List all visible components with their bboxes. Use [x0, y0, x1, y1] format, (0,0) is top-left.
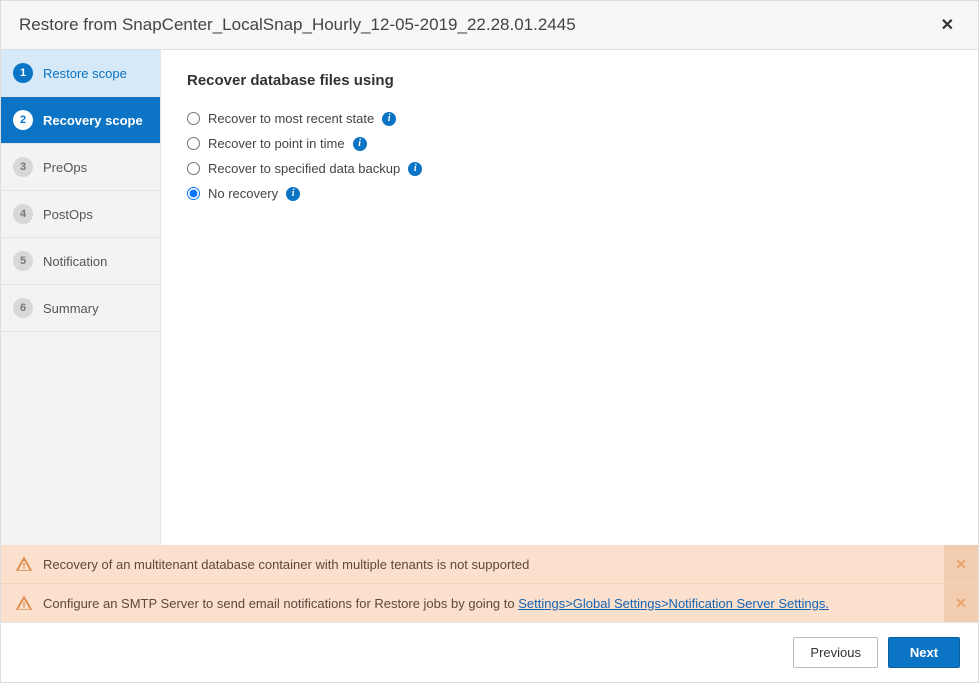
- info-icon[interactable]: i: [286, 187, 300, 201]
- option-no-recovery[interactable]: No recovery i: [187, 186, 952, 201]
- step-preops[interactable]: 3 PreOps: [1, 144, 160, 191]
- step-postops[interactable]: 4 PostOps: [1, 191, 160, 238]
- info-icon[interactable]: i: [408, 162, 422, 176]
- alert-text: Configure an SMTP Server to send email n…: [43, 596, 934, 611]
- step-label: PreOps: [43, 160, 87, 175]
- previous-button[interactable]: Previous: [793, 637, 878, 668]
- alert-text: Recovery of an multitenant database cont…: [43, 557, 934, 572]
- alert-panel: Recovery of an multitenant database cont…: [1, 545, 978, 622]
- warning-icon: [15, 594, 33, 612]
- option-recover-point-in-time[interactable]: Recover to point in time i: [187, 136, 952, 151]
- alert-smtp-warning: Configure an SMTP Server to send email n…: [1, 583, 978, 622]
- warning-icon: [15, 555, 33, 573]
- step-number: 3: [13, 157, 33, 177]
- alert-close-icon[interactable]: ✕: [944, 545, 978, 583]
- step-number: 4: [13, 204, 33, 224]
- radio-no-recovery[interactable]: [187, 187, 200, 200]
- step-label: PostOps: [43, 207, 93, 222]
- step-number: 5: [13, 251, 33, 271]
- step-number: 2: [13, 110, 33, 130]
- info-icon[interactable]: i: [353, 137, 367, 151]
- step-label: Recovery scope: [43, 113, 143, 128]
- option-label: Recover to most recent state: [208, 111, 374, 126]
- close-icon[interactable]: ✕: [935, 13, 960, 37]
- radio-recover-specified-backup[interactable]: [187, 162, 200, 175]
- dialog-body: 1 Restore scope 2 Recovery scope 3 PreOp…: [1, 50, 978, 545]
- step-recovery-scope[interactable]: 2 Recovery scope: [1, 97, 160, 144]
- option-recover-most-recent[interactable]: Recover to most recent state i: [187, 111, 952, 126]
- step-label: Notification: [43, 254, 107, 269]
- step-summary[interactable]: 6 Summary: [1, 285, 160, 332]
- alert-close-icon[interactable]: ✕: [944, 584, 978, 622]
- radio-recover-most-recent[interactable]: [187, 112, 200, 125]
- step-number: 1: [13, 63, 33, 83]
- panel-heading: Recover database files using: [187, 72, 952, 89]
- info-icon[interactable]: i: [382, 112, 396, 126]
- option-label: Recover to specified data backup: [208, 161, 400, 176]
- option-recover-specified-backup[interactable]: Recover to specified data backup i: [187, 161, 952, 176]
- dialog-header: Restore from SnapCenter_LocalSnap_Hourly…: [1, 1, 978, 50]
- restore-wizard-dialog: Restore from SnapCenter_LocalSnap_Hourly…: [0, 0, 979, 683]
- settings-link[interactable]: Settings>Global Settings>Notification Se…: [518, 596, 829, 611]
- alert-multitenant-warning: Recovery of an multitenant database cont…: [1, 545, 978, 583]
- radio-recover-point-in-time[interactable]: [187, 137, 200, 150]
- main-panel: Recover database files using Recover to …: [161, 50, 978, 545]
- dialog-footer: Previous Next: [1, 622, 978, 682]
- step-number: 6: [13, 298, 33, 318]
- step-restore-scope[interactable]: 1 Restore scope: [1, 50, 160, 97]
- next-button[interactable]: Next: [888, 637, 960, 668]
- option-label: Recover to point in time: [208, 136, 345, 151]
- wizard-steps-sidebar: 1 Restore scope 2 Recovery scope 3 PreOp…: [1, 50, 161, 545]
- step-label: Restore scope: [43, 66, 127, 81]
- option-label: No recovery: [208, 186, 278, 201]
- step-label: Summary: [43, 301, 99, 316]
- step-notification[interactable]: 5 Notification: [1, 238, 160, 285]
- dialog-title: Restore from SnapCenter_LocalSnap_Hourly…: [19, 15, 576, 35]
